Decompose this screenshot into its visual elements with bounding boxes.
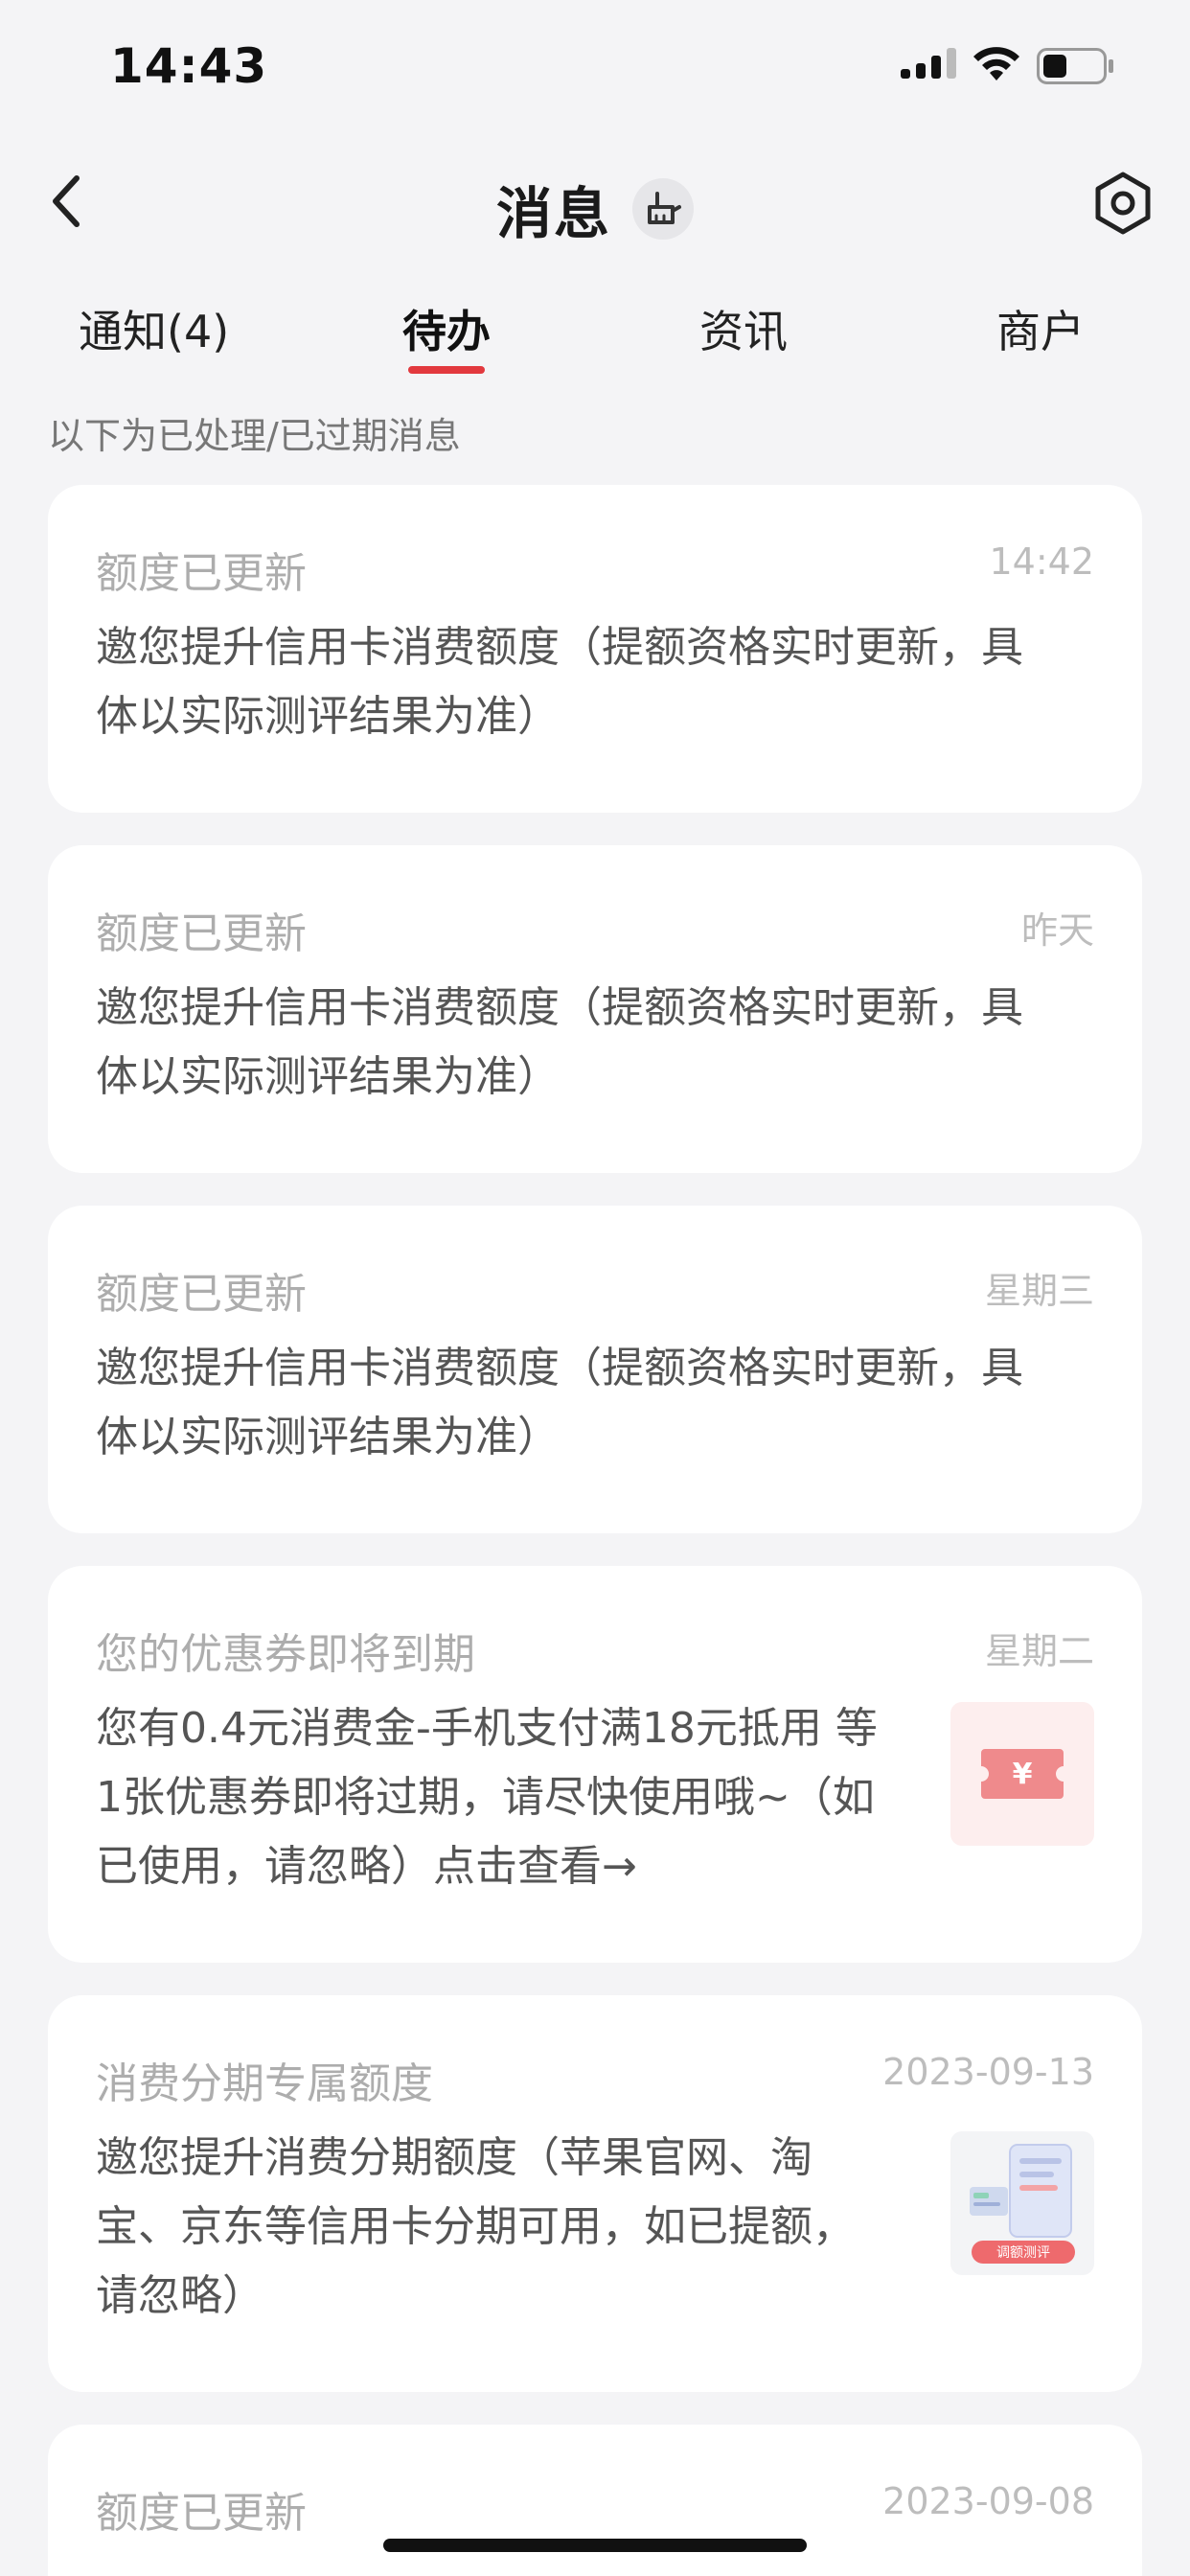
- tab-news[interactable]: 资讯: [699, 297, 788, 360]
- nav-bar: 消息: [0, 153, 1190, 249]
- message-line: 体以实际测评结果为准）: [96, 1052, 560, 1101]
- message-title: 额度已更新: [96, 2489, 307, 2538]
- title-group: 消息: [496, 169, 695, 249]
- svg-text:调额测评: 调额测评: [996, 2245, 1050, 2261]
- message-line: 邀您提升消费分期额度（苹果官网、淘: [96, 2133, 812, 2182]
- assessment-thumbnail: 调额测评: [950, 2131, 1094, 2275]
- message-card[interactable]: 额度已更新 星期三 邀您提升信用卡消费额度（提额资格实时更新，具 体以实际测评结…: [48, 1206, 1142, 1533]
- credit-assessment-icon: 调额测评: [970, 2144, 1075, 2264]
- active-tab-indicator: [408, 366, 485, 374]
- message-line: 邀您提升信用卡消费额度（提额资格实时更新，具: [96, 1344, 1023, 1392]
- battery-icon: [1037, 48, 1113, 84]
- status-time: 14:43: [110, 38, 268, 94]
- message-body: 邀您提升信用卡消费额度（提额资格实时更新，具 体以实际测评结果为准）: [96, 613, 1023, 751]
- message-line: 1张优惠券即将过期，请尽快使用哦~（如: [96, 1773, 875, 1822]
- svg-text:¥: ¥: [1013, 1758, 1033, 1791]
- broom-icon: [648, 192, 682, 224]
- message-date: 星期二: [984, 1630, 1094, 1672]
- message-date: 14:42: [989, 540, 1094, 583]
- message-line: 体以实际测评结果为准）: [96, 692, 560, 741]
- tab-merchants[interactable]: 商户: [996, 297, 1085, 360]
- message-date: 2023-09-13: [882, 2051, 1094, 2093]
- message-line: 您有0.4元消费金-手机支付满18元抵用 等: [96, 1704, 878, 1753]
- message-title: 您的优惠券即将到期: [96, 1630, 475, 1679]
- status-bar: 14:43: [0, 0, 1190, 134]
- message-line: 已使用，请忽略）点击查看→: [96, 1842, 637, 1891]
- message-title: 额度已更新: [96, 909, 307, 958]
- message-date: 星期三: [984, 1270, 1094, 1312]
- message-line: 宝、京东等信用卡分期可用，如已提额，: [96, 2202, 855, 2251]
- message-line: 邀您提升信用卡消费额度（提额资格实时更新，具: [96, 983, 1023, 1032]
- message-line: 请忽略）: [96, 2271, 264, 2320]
- wifi-icon: [973, 47, 1019, 80]
- message-card[interactable]: 额度已更新 昨天 邀您提升信用卡消费额度（提额资格实时更新，具 体以实际测评结果…: [48, 845, 1142, 1173]
- message-title: 消费分期专属额度: [96, 2059, 433, 2108]
- message-body: 邀您提升信用卡消费额度（提额资格实时更新，具 体以实际测评结果为准）: [96, 1334, 1023, 1472]
- settings-icon[interactable]: [1090, 171, 1156, 236]
- processed-hint: 以下为已处理/已过期消息: [48, 415, 461, 457]
- message-date: 2023-09-08: [882, 2480, 1094, 2522]
- message-line: 邀您提升信用卡消费额度（提额资格实时更新，具: [96, 623, 1023, 672]
- message-body: 您有0.4元消费金-手机支付满18元抵用 等 1张优惠券即将过期，请尽快使用哦~…: [96, 1694, 878, 1901]
- clear-unread-button[interactable]: [632, 178, 695, 240]
- messages-screen: 14:43 消息 通知(4) 待办 资讯 商户 以下为已处理/已过期消息 额度已…: [0, 0, 1190, 2576]
- tab-todo[interactable]: 待办: [402, 297, 491, 360]
- message-card[interactable]: 额度已更新 14:42 邀您提升信用卡消费额度（提额资格实时更新，具 体以实际测…: [48, 485, 1142, 813]
- message-date: 昨天: [1020, 909, 1094, 952]
- coupon-icon: ¥: [981, 1749, 1064, 1799]
- coupon-expiry-card[interactable]: 您的优惠券即将到期 星期二 您有0.4元消费金-手机支付满18元抵用 等 1张优…: [48, 1566, 1142, 1963]
- message-tabs: 通知(4) 待办 资讯 商户: [0, 297, 1190, 383]
- home-indicator: [383, 2539, 807, 2552]
- installment-card[interactable]: 消费分期专属额度 2023-09-13 邀您提升消费分期额度（苹果官网、淘 宝、…: [48, 1995, 1142, 2392]
- back-icon[interactable]: [44, 172, 92, 230]
- message-body: 邀您提升消费分期额度（苹果官网、淘 宝、京东等信用卡分期可用，如已提额， 请忽略…: [96, 2124, 855, 2331]
- cellular-signal-icon: [901, 48, 956, 79]
- message-card[interactable]: 额度已更新 2023-09-08: [48, 2425, 1142, 2576]
- message-line: 体以实际测评结果为准）: [96, 1413, 560, 1461]
- message-body: 邀您提升信用卡消费额度（提额资格实时更新，具 体以实际测评结果为准）: [96, 974, 1023, 1112]
- message-title: 额度已更新: [96, 1270, 307, 1319]
- message-title: 额度已更新: [96, 549, 307, 598]
- tab-notifications[interactable]: 通知(4): [79, 297, 229, 360]
- coupon-thumbnail: ¥: [950, 1702, 1094, 1846]
- page-title: 消息: [496, 181, 612, 246]
